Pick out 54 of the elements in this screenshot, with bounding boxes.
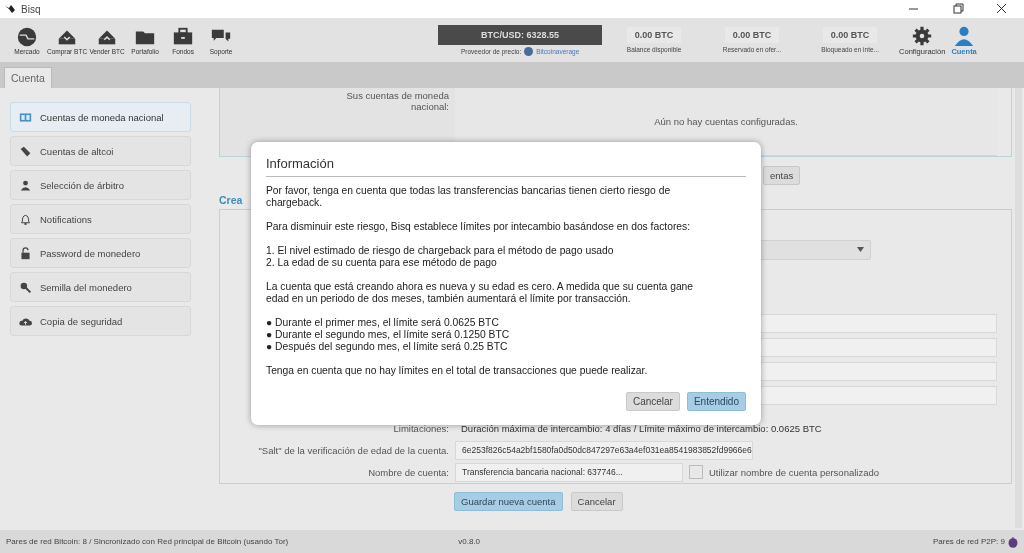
globe-icon bbox=[524, 46, 534, 56]
gear-icon bbox=[911, 24, 934, 47]
window-title: Bisq bbox=[21, 3, 41, 15]
sidebar-item[interactable]: Semilla del monedero bbox=[10, 272, 191, 302]
dialog-paragraph: Por favor, tenga en cuenta que todas las transferencias bancarias tienen cierto riesgo de chargeback. bbox=[266, 185, 672, 209]
sidebar-item[interactable]: Password de monedero bbox=[10, 238, 191, 268]
dialog-paragraph: Para disminuir este riesgo, Bisq establece límites por intecambio basándose en dos factores: bbox=[266, 221, 692, 233]
list-item: 1. El nivel estimado de riesgo de chargeback para el método de pago usado bbox=[266, 245, 615, 257]
tag-icon bbox=[19, 144, 32, 158]
card-icon bbox=[19, 110, 32, 124]
list-item: 2. La edad de su cuenta para ese método de pago bbox=[266, 257, 498, 269]
user-icon bbox=[953, 24, 976, 47]
balance-value: 0.00 BTC bbox=[626, 27, 682, 43]
list-item: ● Durante el primer mes, el límite será 0.0625 BTC bbox=[266, 317, 500, 329]
caret-icon bbox=[857, 247, 864, 252]
dialog-paragraph: La cuenta que está creando ahora es nueva y su edad es cero. A medida que su cuenta gane edad en un periodo de dos meses, también aumentará el límite por transacción. bbox=[266, 281, 695, 305]
cancel-button[interactable]: Cancelar bbox=[625, 392, 680, 411]
dialog-title: Información bbox=[266, 156, 746, 177]
field-label: Nombre de cuenta: bbox=[367, 466, 450, 478]
key-icon bbox=[19, 280, 32, 294]
list-item: ● Durante el segundo mes, el límite será 0.1250 BTC bbox=[266, 329, 511, 341]
balance-value: 0.00 BTC bbox=[822, 27, 878, 43]
sidebar-item[interactable]: Copia de seguridad bbox=[10, 306, 191, 336]
sidebar-item[interactable]: Cuentas de moneda nacional bbox=[10, 102, 191, 132]
tab[interactable]: Cuenta bbox=[4, 67, 52, 88]
status-text: Pares de red Bitcoin: 8 / Sincronizado con Red principal de Bitcoin (usando Tor) bbox=[6, 537, 289, 546]
field-label: Limitaciones: bbox=[392, 422, 450, 434]
sidebar-item[interactable]: Cuentas de altcoi bbox=[10, 136, 191, 166]
onion-icon bbox=[1008, 535, 1018, 548]
lock-icon bbox=[19, 246, 32, 260]
field-label: "Salt" de la verificación de edad de la cuenta. bbox=[257, 444, 450, 456]
field-value: Duración máxima de intercambio: 4 días / Límite máximo de intercambio: 0.0625 BTC bbox=[460, 422, 823, 434]
accounts-button[interactable]: entas bbox=[763, 165, 801, 185]
sidebar-item[interactable]: Selección de árbitro bbox=[10, 170, 191, 200]
peers-label: Pares de red P2P: 9 bbox=[932, 537, 1005, 546]
cancel-button[interactable]: Cancelar bbox=[570, 492, 623, 511]
checkbox[interactable] bbox=[689, 465, 703, 479]
balance-value: 0.00 BTC bbox=[724, 27, 780, 43]
confirm-button[interactable]: Entendido bbox=[686, 392, 746, 411]
globe-icon bbox=[16, 25, 38, 48]
save-button[interactable]: Guardar nueva cuenta bbox=[454, 492, 563, 511]
person-icon bbox=[19, 178, 32, 192]
sidebar-item[interactable]: Notifications bbox=[10, 204, 191, 234]
input-field[interactable]: Transferencia bancaria nacional: 637746... bbox=[455, 462, 683, 482]
section-title: Crea bbox=[219, 193, 243, 207]
price-selector[interactable]: BTC/USD: 6328.55 bbox=[438, 24, 603, 45]
version-label: v0.8.0 bbox=[458, 537, 481, 546]
dialog-paragraph: Tenga en cuenta que no hay límites en el total de transacciones que puede realizar. bbox=[266, 365, 649, 377]
checkbox-label: Utilizar nombre de cuenta personalizado bbox=[709, 466, 880, 478]
input-field[interactable]: 6e253f826c54a2bf1580fa0d50dc847297e63a4ef031ea8541983852fd9966e6 bbox=[455, 440, 753, 460]
app-logo-icon bbox=[4, 4, 16, 14]
bell-icon bbox=[19, 212, 32, 226]
list-item: ● Después del segundo mes, el límite será 0.25 BTC bbox=[266, 341, 509, 353]
scrollbar[interactable] bbox=[1015, 88, 1022, 528]
